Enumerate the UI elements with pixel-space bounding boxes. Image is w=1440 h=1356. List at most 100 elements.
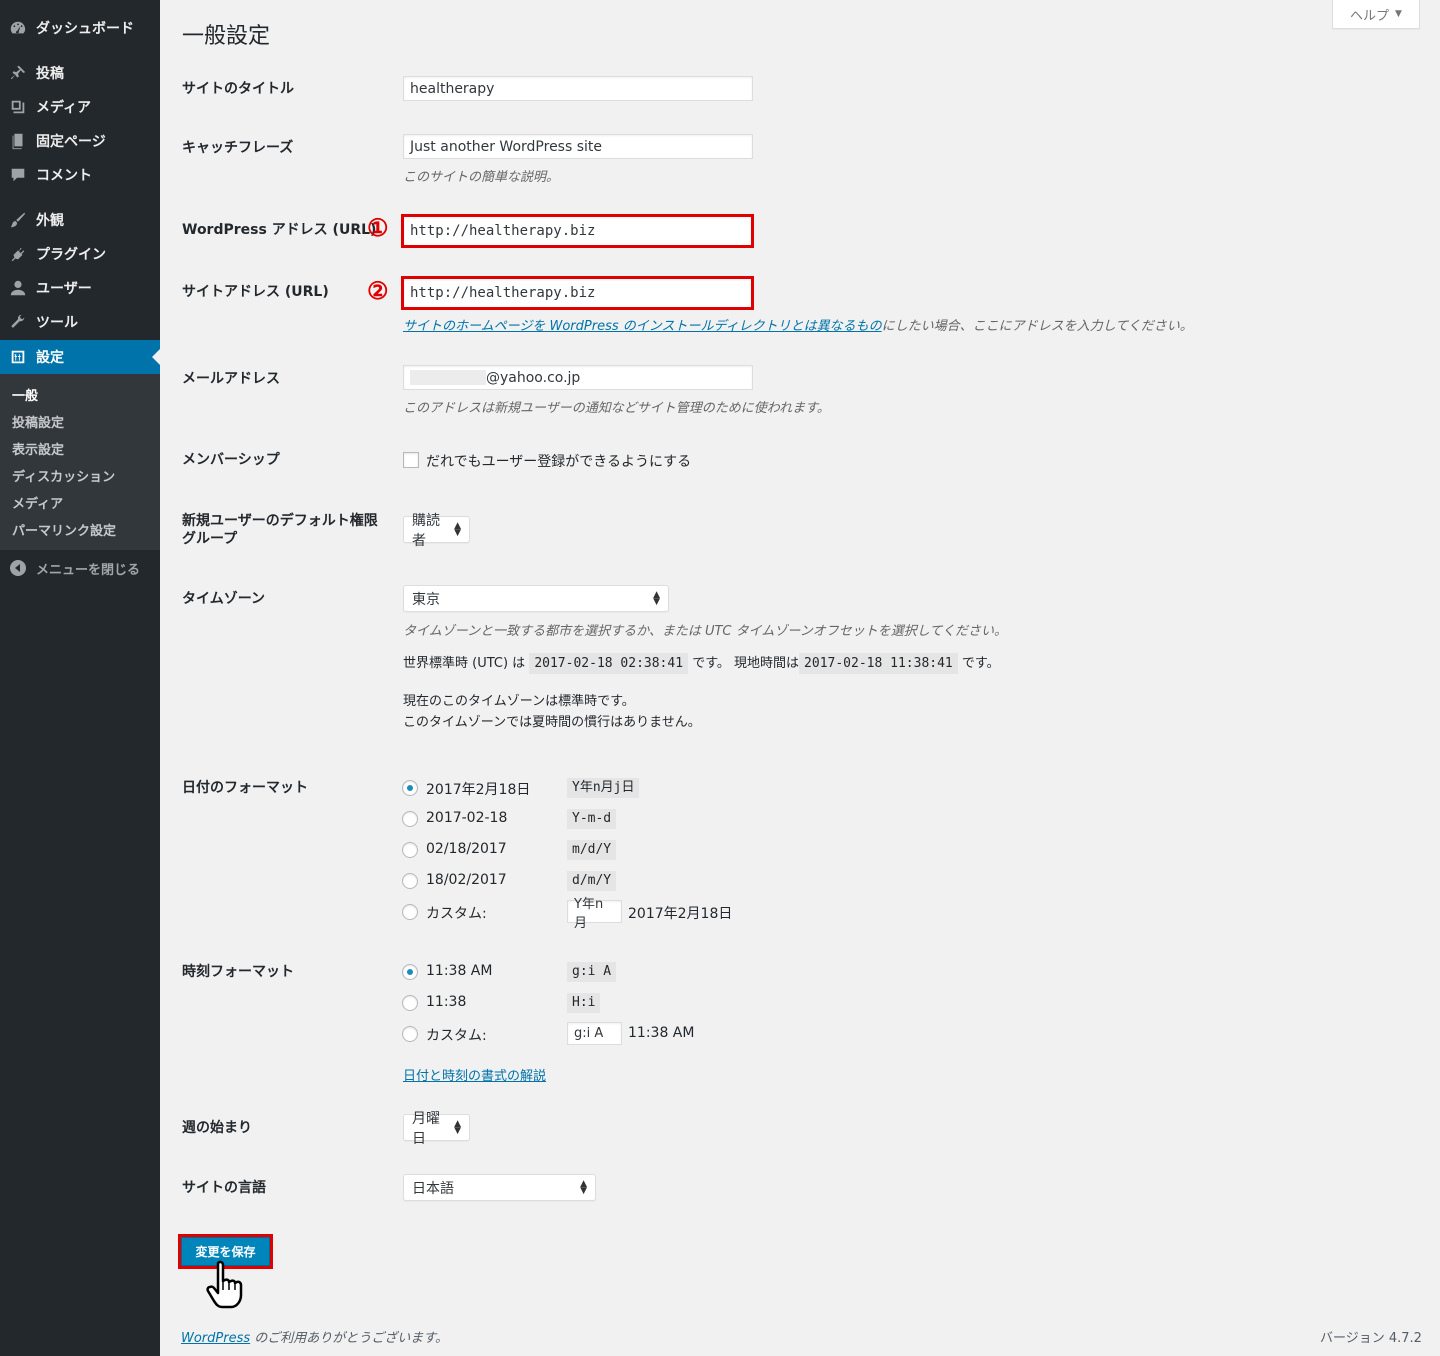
sidebar-item-tools[interactable]: ツール — [0, 305, 160, 339]
time-format-option-text: 11:38 — [426, 994, 467, 1010]
local-time: 2017-02-18 11:38:41 — [799, 653, 958, 674]
page-icon — [0, 132, 36, 150]
sidebar-item-users[interactable]: ユーザー — [0, 271, 160, 305]
timezone-label: タイムゾーン — [182, 591, 266, 607]
collapse-menu-button[interactable]: メニューを閉じる — [0, 552, 160, 584]
select-arrows-icon: ▲ ▼ — [653, 589, 660, 607]
sidebar-item-label: メディア — [36, 100, 92, 116]
collapse-menu-label: メニューを閉じる — [36, 562, 141, 578]
time-format-option-code: H:i — [567, 993, 601, 1013]
week-start-value: 月曜日 — [412, 1110, 440, 1147]
site-url-input[interactable]: http://healtherapy.biz — [401, 276, 754, 310]
default-role-label: 新規ユーザーのデフォルト権限 — [182, 513, 378, 529]
date-format-radio-2[interactable] — [402, 811, 418, 827]
date-format-radio-custom[interactable] — [402, 904, 418, 920]
help-tab-button[interactable]: ヘルプ ▼ — [1332, 0, 1420, 29]
site-title-label: サイトのタイトル — [182, 81, 294, 97]
date-format-radio-1[interactable] — [402, 780, 418, 796]
sidebar-item-label: コメント — [36, 168, 92, 184]
settings-submenu: 一般 投稿設定 表示設定 ディスカッション メディア パーマリンク設定 — [0, 374, 160, 550]
week-start-label: 週の始まり — [182, 1120, 252, 1136]
footer-thanks: WordPress のご利用ありがとうございます。 — [181, 1327, 448, 1346]
sidebar-item-label: ダッシュボード — [36, 21, 134, 37]
submenu-item-general[interactable]: 一般 — [12, 385, 38, 404]
sidebar-item-label: 設定 — [36, 350, 64, 366]
site-title-input[interactable]: healtherapy — [403, 76, 753, 101]
default-role-select[interactable]: 購読者 ▲ ▼ — [403, 513, 470, 549]
sidebar-item-media[interactable]: メディア — [0, 90, 160, 124]
select-arrows-icon: ▲ ▼ — [454, 1118, 461, 1136]
language-select[interactable]: 日本語 ▲ ▼ — [403, 1174, 596, 1201]
datetime-docs-link[interactable]: 日付と時刻の書式の解説 — [403, 1065, 546, 1084]
utc-time: 2017-02-18 02:38:41 — [529, 653, 689, 674]
wrench-icon — [0, 313, 36, 331]
sidebar-item-label: 投稿 — [36, 66, 64, 82]
submenu-item-reading[interactable]: 表示設定 — [12, 439, 64, 458]
time-format-radio-custom[interactable] — [402, 1026, 418, 1042]
chevron-down-icon: ▼ — [1395, 9, 1402, 19]
submenu-item-writing[interactable]: 投稿設定 — [12, 412, 64, 431]
hand-pointer-icon — [206, 1260, 243, 1309]
date-format-radio-3[interactable] — [402, 842, 418, 858]
date-format-option-text: 02/18/2017 — [426, 841, 507, 857]
email-label: メールアドレス — [182, 371, 280, 387]
site-url-label: サイトアドレス (URL) — [182, 284, 329, 300]
tagline-input[interactable]: Just another WordPress site — [403, 134, 753, 159]
timezone-note-1: 現在のこのタイムゾーンは標準時です。 — [403, 694, 635, 709]
sidebar-item-dashboard[interactable]: ダッシュボード — [0, 11, 160, 45]
user-icon — [0, 279, 36, 297]
email-description: このアドレスは新規ユーザーの通知などサイト管理のために使われます。 — [403, 401, 830, 416]
timezone-times: 世界標準時 (UTC) は 2017-02-18 02:38:41 です。 現地… — [403, 653, 1000, 674]
membership-label: メンバーシップ — [182, 452, 280, 468]
sidebar-item-appearance[interactable]: 外観 — [0, 203, 160, 237]
submenu-item-permalinks[interactable]: パーマリンク設定 — [12, 520, 116, 539]
admin-sidebar: ダッシュボード 投稿 メディア 固定ページ コメント 外観 プラグイン ユーザー… — [0, 0, 160, 1356]
sidebar-item-pages[interactable]: 固定ページ — [0, 124, 160, 158]
sidebar-item-label: 固定ページ — [36, 134, 106, 150]
submenu-item-media[interactable]: メディア — [12, 493, 63, 512]
date-format-custom-input[interactable]: Y年n月 — [567, 897, 622, 931]
date-format-radio-4[interactable] — [402, 873, 418, 889]
date-format-label: 日付のフォーマット — [182, 780, 308, 796]
date-format-custom-preview: 2017年2月18日 — [628, 906, 733, 922]
select-arrows-icon: ▲ ▼ — [580, 1178, 587, 1196]
date-format-option-code: Y年n月j日 — [567, 778, 640, 798]
collapse-arrow-icon — [0, 560, 36, 576]
wp-url-input[interactable]: http://healtherapy.biz — [401, 214, 754, 248]
sidebar-item-label: ツール — [36, 315, 78, 331]
sidebar-item-comments[interactable]: コメント — [0, 158, 160, 192]
site-url-description: サイトのホームページを WordPress のインストールディレクトリとは異なる… — [403, 315, 1193, 334]
sidebar-item-label: ユーザー — [36, 281, 92, 297]
site-url-help-link[interactable]: サイトのホームページを WordPress のインストールディレクトリとは異なる… — [403, 319, 882, 334]
timezone-value: 東京 — [412, 591, 440, 608]
sidebar-item-plugins[interactable]: プラグイン — [0, 237, 160, 271]
time-format-custom-preview: 11:38 AM — [628, 1025, 695, 1041]
submenu-item-discussion[interactable]: ディスカッション — [12, 466, 115, 485]
week-start-select[interactable]: 月曜日 ▲ ▼ — [403, 1111, 470, 1147]
help-label: ヘルプ — [1350, 8, 1390, 24]
marker-2: ② — [367, 276, 389, 305]
time-format-radio-2[interactable] — [402, 995, 418, 1011]
utc-suffix: です。 — [692, 656, 730, 671]
footer-wordpress-link[interactable]: WordPress — [181, 1331, 250, 1346]
time-format-option-code: g:i A — [567, 962, 617, 982]
time-format-custom-input[interactable]: g:i A — [567, 1022, 622, 1045]
email-domain: @yahoo.co.jp — [486, 369, 581, 386]
email-input[interactable]: @yahoo.co.jp — [403, 365, 753, 390]
date-format-option-text: 18/02/2017 — [426, 872, 507, 888]
sidebar-item-posts[interactable]: 投稿 — [0, 56, 160, 90]
comment-icon — [0, 166, 36, 184]
local-suffix: です。 — [961, 656, 1000, 671]
timezone-select[interactable]: 東京 ▲ ▼ — [403, 585, 669, 612]
site-url-description-rest: にしたい場合、ここにアドレスを入力してください。 — [881, 319, 1193, 334]
dashboard-icon — [0, 19, 36, 37]
membership-checkbox[interactable] — [403, 452, 419, 468]
timezone-note-2: このタイムゾーンでは夏時間の慣行はありません。 — [403, 715, 701, 730]
sidebar-item-settings[interactable]: 設定 — [0, 340, 160, 374]
sidebar-item-label: プラグイン — [36, 247, 106, 263]
time-format-radio-1[interactable] — [402, 964, 418, 980]
date-format-option-text: 2017-02-18 — [426, 810, 508, 826]
date-format-option-code: d/m/Y — [567, 871, 617, 891]
membership-checkbox-label: だれでもユーザー登録ができるようにする — [426, 454, 692, 470]
date-format-option-text: 2017年2月18日 — [426, 782, 531, 798]
